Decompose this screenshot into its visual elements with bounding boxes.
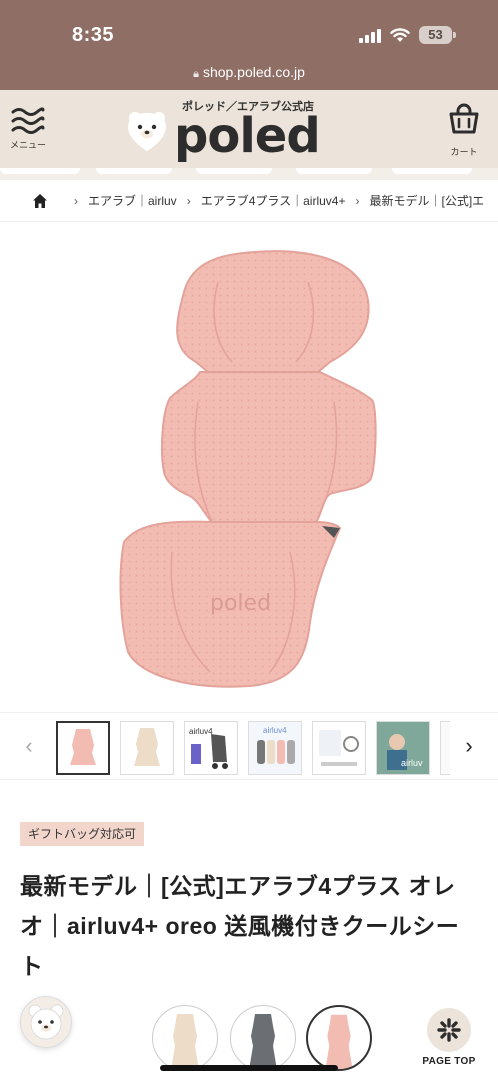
breadcrumb-item-current: 最新モデル｜[公式]エ [369,194,485,208]
color-swatch-gray[interactable] [230,1005,296,1071]
home-indicator [160,1065,338,1071]
thumbnail-partial[interactable] [440,721,450,775]
page-top-label: PAGE TOP [422,1056,476,1067]
sparkle-icon [437,1018,461,1042]
product-title: 最新モデル｜[公式]エアラブ4プラス オレオ｜airluv4+ oreo 送風機… [20,873,460,979]
carousel-next-button[interactable]: › [458,733,480,759]
chat-bear-button[interactable] [20,996,72,1048]
color-swatch-pink[interactable] [306,1005,372,1071]
site-logo[interactable]: ポレッド／エアラブ公式店 poled [126,98,336,164]
category-nav-peek [0,168,498,180]
thumbnail-caption: airluv4 [189,727,213,736]
cart-label: カート [450,147,478,157]
product-main-image[interactable]: poled [0,222,498,710]
cart-button[interactable]: カート [442,102,486,160]
thumbnail-carousel: ‹ airluv4 airluv4 airluv › [0,712,498,780]
thumbnail-caption: airluv4 [263,726,287,735]
seat-liner-illustration: poled [119,250,377,688]
cart-icon [449,103,479,134]
status-icons: 53 [359,26,456,44]
chevron-right-icon: › [355,193,360,208]
bear-logo-icon [128,112,166,151]
home-icon[interactable] [32,193,48,209]
wifi-icon [390,27,410,42]
battery-indicator: 53 [419,26,456,44]
breadcrumb-item[interactable]: エアラブ4プラス｜airluv4+ [201,192,346,209]
thumbnail-stroller-promo[interactable]: airluv4 [184,721,238,775]
status-time: 8:35 [72,24,115,46]
logo-wordmark: poled [174,108,321,164]
url-bar[interactable]: 🔒︎ shop.poled.co.jp [0,64,498,81]
color-swatch-beige[interactable] [152,1005,218,1071]
menu-icon [11,107,45,134]
thumbnail-beige-seat[interactable] [120,721,174,775]
page-top-button[interactable]: PAGE TOP [420,1008,478,1067]
thumbnail-color-lineup[interactable]: airluv4 [248,721,302,775]
menu-button[interactable]: メニュー [8,106,48,156]
gift-badge: ギフトバッグ対応可 [20,822,145,846]
chevron-right-icon: › [186,193,191,208]
lock-icon: 🔒︎ [193,68,199,80]
seat-brand-mark: poled [210,591,271,616]
url-text: shop.poled.co.jp [202,64,305,80]
breadcrumb: › エアラブ｜airluv › エアラブ4プラス｜airluv4+ › 最新モデ… [0,180,498,222]
thumbnail-caption: airluv [401,758,423,768]
browser-chrome: 8:35 53 🔒︎ shop.poled.co.jp [0,0,498,90]
site-header: メニュー ポレッド／エアラブ公式店 poled カート [0,90,498,168]
bear-icon [28,1004,64,1040]
signal-icon [359,28,381,43]
page-top-icon-wrap [427,1008,471,1052]
chevron-right-icon: › [74,193,78,208]
carousel-prev-button[interactable]: ‹ [18,733,40,759]
breadcrumb-item[interactable]: エアラブ｜airluv [88,192,177,209]
thumbnail-pink-seat[interactable] [56,721,110,775]
thumbnail-lifestyle-photo[interactable]: airluv [376,721,430,775]
menu-label: メニュー [9,140,46,150]
thumbnail-accessories[interactable] [312,721,366,775]
